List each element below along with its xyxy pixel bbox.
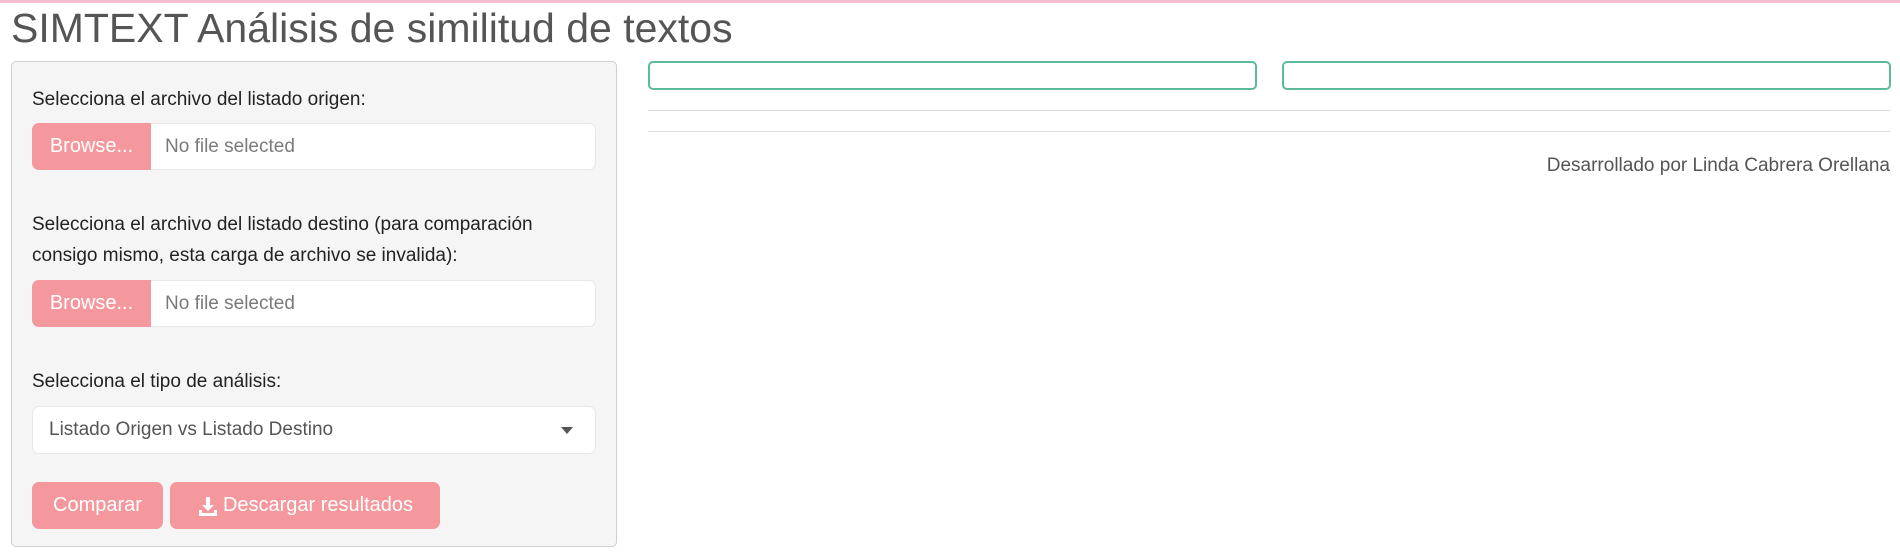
download-icon (198, 496, 217, 516)
origin-file-input[interactable]: Browse... No file selected (32, 123, 596, 170)
target-file-label: Selecciona el archivo del listado destin… (32, 214, 533, 266)
analysis-type-label: Selecciona el tipo de análisis: (32, 371, 282, 392)
sidebar-panel: Selecciona el archivo del listado origen… (11, 61, 617, 547)
origin-browse-button[interactable]: Browse... (32, 123, 151, 170)
analysis-type-select[interactable]: Listado Origen vs Listado Destino (32, 406, 596, 454)
origin-file-status[interactable]: No file selected (151, 123, 596, 170)
page-title: SIMTEXT Análisis de similitud de textos (11, 5, 733, 51)
divider-bottom (648, 131, 1890, 132)
download-results-button[interactable]: Descargar resultados (170, 482, 440, 529)
target-file-status[interactable]: No file selected (151, 280, 596, 327)
output-box-right (1282, 61, 1891, 90)
caret-down-icon (561, 427, 573, 434)
target-browse-button[interactable]: Browse... (32, 280, 151, 327)
analysis-type-selected: Listado Origen vs Listado Destino (49, 419, 334, 440)
author-credit: Desarrollado por Linda Cabrera Orellana (1546, 155, 1890, 176)
divider-top (648, 110, 1890, 111)
target-file-input[interactable]: Browse... No file selected (32, 280, 596, 327)
compare-button-label: Comparar (53, 494, 142, 516)
output-box-left (648, 61, 1257, 90)
compare-button[interactable]: Comparar (32, 482, 163, 529)
download-button-label: Descargar resultados (222, 494, 414, 516)
top-accent-bar (0, 0, 1900, 3)
origin-file-label: Selecciona el archivo del listado origen… (32, 89, 366, 110)
